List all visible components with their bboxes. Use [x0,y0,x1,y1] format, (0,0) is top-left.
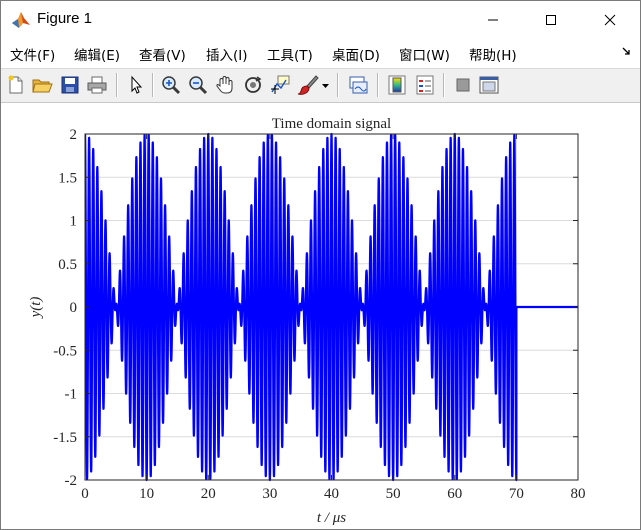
hide-plot-tools-button[interactable] [452,74,474,96]
toolbar-separator [337,73,339,97]
x-tick-label: 20 [201,486,216,502]
y-axis-label: y(t) [28,297,44,320]
open-file-button[interactable] [31,74,53,96]
save-button[interactable] [59,74,81,96]
zoom-out-button[interactable] [187,74,209,96]
brush-icon [297,75,319,95]
menu-insert[interactable]: 插入(I) [206,44,248,64]
matlab-icon [12,12,30,28]
minimize-button[interactable] [470,1,516,39]
y-tick-label: -1.5 [53,430,77,446]
link-plot-icon [349,76,368,94]
y-tick-label: 0 [70,300,78,316]
edit-plot-icon [131,75,143,94]
x-tick-label: 80 [571,486,586,502]
pan-icon [216,75,233,94]
y-tick-label: 0.5 [58,257,77,273]
window-title: Figure 1 [37,10,93,27]
toolbar-separator [377,73,379,97]
menu-tools[interactable]: 工具(T) [267,44,313,64]
title-bar[interactable]: Figure 1 [1,1,640,39]
save-icon [61,76,79,94]
x-tick-label: 60 [447,486,462,502]
y-tick-label: -1 [65,387,78,403]
y-tick-label: 1 [70,214,78,230]
chart-title: Time domain signal [272,116,391,132]
menu-bar: 文件(F) 编辑(E) 查看(V) 插入(I) 工具(T) 桌面(D) 窗口(W… [1,39,640,67]
maximize-button[interactable] [528,1,574,39]
time-domain-chart[interactable]: 0 10 20 30 40 50 60 70 80 -2 -1.5 -1 -0.5 0 0.5 1 1.5 2 T… [1,103,640,529]
menu-window[interactable]: 窗口(W) [399,44,450,64]
colorbar-button[interactable] [386,74,408,96]
menu-edit[interactable]: 编辑(E) [74,44,120,64]
x-tick-label: 10 [139,486,154,502]
x-tick-label: 40 [324,486,339,502]
pan-button[interactable] [214,74,236,96]
show-plot-tools-icon [479,76,499,94]
rotate-3d-button[interactable] [242,74,264,96]
print-button[interactable] [86,74,108,96]
legend-icon [416,75,434,95]
x-tick-label: 0 [81,486,89,502]
x-tick-label: 70 [509,486,524,502]
y-tick-label: -0.5 [53,343,77,359]
y-tick-label: 1.5 [58,170,77,186]
toolbar-separator [152,73,154,97]
menu-file[interactable]: 文件(F) [10,44,55,64]
zoom-in-button[interactable] [160,74,182,96]
hide-plot-tools-icon [456,78,470,92]
colorbar-icon [388,75,406,95]
rotate-3d-icon [245,76,262,93]
data-cursor-icon [271,75,290,94]
data-cursor-button[interactable] [269,74,291,96]
dropdown-arrow-icon[interactable] [322,83,329,89]
x-axis-label: t / μs [317,510,346,526]
y-tick-label: 2 [70,127,78,143]
maximize-icon [546,15,556,25]
zoom-out-icon [189,76,208,95]
figure-window: Figure 1 文件(F) 编辑(E) 查看(V) 插入(I) 工具(T) 桌… [0,0,641,530]
link-plot-button[interactable] [347,74,369,96]
menu-view[interactable]: 查看(V) [139,44,186,64]
show-plot-tools-button[interactable] [478,74,500,96]
x-tick-label: 50 [386,486,401,502]
figure-toolbar [1,68,640,103]
close-button[interactable] [587,1,633,39]
menu-help[interactable]: 帮助(H) [469,44,517,64]
y-tick-label: -2 [65,473,78,489]
legend-button[interactable] [414,74,436,96]
new-figure-icon [8,75,23,94]
toolbar-separator [116,73,118,97]
zoom-in-icon [162,76,181,95]
x-tick-label: 30 [262,486,277,502]
menu-desktop[interactable]: 桌面(D) [332,44,380,64]
new-figure-button[interactable] [5,74,27,96]
dock-arrow-icon[interactable] [622,47,632,57]
minimize-icon [488,19,498,21]
brush-button[interactable] [297,74,319,96]
close-icon [604,14,616,26]
open-file-icon [32,79,53,93]
edit-plot-button[interactable] [125,74,147,96]
toolbar-separator [443,73,445,97]
figure-canvas[interactable]: 0 10 20 30 40 50 60 70 80 -2 -1.5 -1 -0.5 0 0.5 1 1.5 2 T… [1,103,640,529]
print-icon [87,76,107,94]
